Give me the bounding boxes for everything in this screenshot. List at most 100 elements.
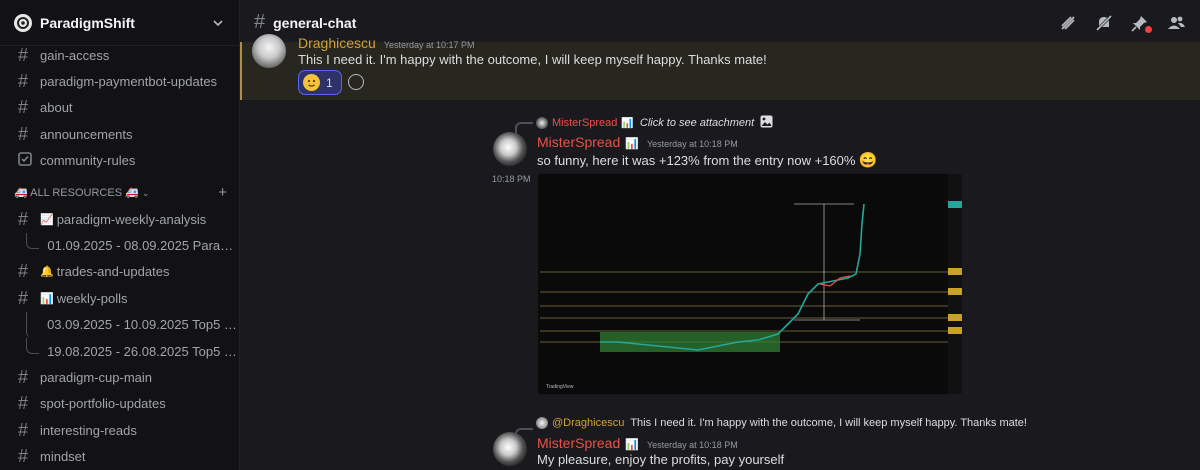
add-reaction-icon[interactable] bbox=[348, 74, 364, 90]
add-channel-icon[interactable]: + bbox=[218, 184, 227, 201]
avatar[interactable] bbox=[493, 132, 527, 166]
bell-icon: 🔔 bbox=[40, 266, 54, 279]
thread-connector bbox=[26, 311, 39, 338]
chevron-down-icon: ⌄ bbox=[141, 188, 150, 199]
server-name: ParadigmShift bbox=[40, 14, 135, 31]
chart-up-icon: 📈 bbox=[40, 213, 54, 226]
category-all-resources[interactable]: 🚑 ALL RESOURCES 🚑 ⌄ + bbox=[0, 180, 239, 206]
channel-label: trades-and-updates bbox=[56, 264, 170, 280]
thread-label: 01.09.2025 - 08.09.2025 Paradig... bbox=[47, 238, 239, 254]
reply-text: This I need it. I'm happy with the outco… bbox=[630, 417, 1027, 429]
hash-icon: # bbox=[18, 446, 29, 467]
channel-label: about bbox=[40, 100, 73, 116]
pin-icon[interactable] bbox=[1130, 13, 1152, 33]
channel-spot-portfolio-updates[interactable]: # spot-portfolio-updates bbox=[0, 391, 239, 417]
chart-footer: TradingView bbox=[546, 384, 574, 390]
reaction-pill[interactable]: 1 bbox=[298, 70, 342, 95]
username[interactable]: Draghicescu bbox=[298, 35, 376, 51]
timestamp: Yesterday at 10:18 PM bbox=[646, 139, 738, 149]
message-body: so funny, here it was +123% from the ent… bbox=[537, 151, 877, 169]
message-text: My pleasure, enjoy the profits, pay your… bbox=[537, 452, 785, 467]
username[interactable]: MisterSpread bbox=[537, 435, 620, 451]
username[interactable]: MisterSpread bbox=[537, 134, 620, 150]
reply-author[interactable]: @Draghicescu bbox=[552, 417, 624, 429]
message-header: MisterSpread 📊 Yesterday at 10:18 PM bbox=[537, 435, 738, 451]
reply-author[interactable]: MisterSpread bbox=[552, 117, 617, 129]
message-header: MisterSpread 📊 Yesterday at 10:18 PM bbox=[537, 134, 738, 150]
reaction-count: 1 bbox=[326, 75, 333, 90]
category-label-text: 🚑 ALL RESOURCES 🚑 bbox=[14, 187, 139, 200]
thread-connector bbox=[26, 232, 40, 249]
message-misterspread-2: @Draghicescu This I need it. I'm happy w… bbox=[240, 402, 1200, 470]
thread-weekly-analysis[interactable]: 01.09.2025 - 08.09.2025 Paradig... bbox=[0, 232, 239, 258]
channel-label: gain-access bbox=[40, 47, 110, 63]
channel-interesting-reads[interactable]: # interesting-reads bbox=[0, 417, 239, 443]
reply-preview[interactable]: @Draghicescu This I need it. I'm happy w… bbox=[536, 417, 1027, 429]
rules-icon bbox=[18, 150, 40, 171]
channel-mindset[interactable]: # mindset bbox=[0, 443, 239, 469]
channel-weekly-polls[interactable]: # 📊 weekly-polls bbox=[0, 285, 239, 311]
server-logo-icon bbox=[14, 13, 32, 32]
threads-icon[interactable] bbox=[1058, 13, 1078, 33]
channel-paradigm-weekly-analysis[interactable]: # 📈 paradigm-weekly-analysis bbox=[0, 206, 239, 232]
header-toolbar bbox=[1058, 13, 1186, 33]
channel-title: general-chat bbox=[273, 14, 357, 31]
reply-avatar bbox=[536, 417, 548, 429]
price-chart: TradingView bbox=[538, 174, 962, 394]
hash-icon: # bbox=[18, 97, 29, 118]
chat-main: # general-chat Draghicescu Yesterday at … bbox=[240, 0, 1200, 470]
avatar[interactable] bbox=[493, 432, 527, 466]
reply-text: Click to see attachment bbox=[639, 117, 755, 129]
avatar[interactable] bbox=[252, 34, 286, 68]
hash-icon: # bbox=[18, 419, 29, 440]
hash-icon: # bbox=[254, 11, 266, 33]
hash-icon: # bbox=[18, 261, 29, 282]
message-text: This I need it. I'm happy with the outco… bbox=[298, 52, 767, 67]
channel-label: spot-portfolio-updates bbox=[40, 396, 166, 412]
member-list-icon[interactable] bbox=[1166, 13, 1186, 33]
channel-paradigm-cup-main[interactable]: # paradigm-cup-main bbox=[0, 364, 239, 390]
channel-list: # gain-access # paradigm-paymentbot-upda… bbox=[0, 42, 239, 470]
reply-preview[interactable]: MisterSpread 📊 Click to see attachment bbox=[536, 115, 773, 131]
bar-chart-icon: 📊 bbox=[40, 292, 54, 305]
channel-community-rules[interactable]: community-rules bbox=[0, 148, 239, 174]
emoji-face-icon bbox=[303, 74, 320, 91]
reply-connector bbox=[515, 122, 533, 134]
message-text: so funny, here it was +123% from the ent… bbox=[537, 152, 856, 168]
hash-icon: # bbox=[18, 393, 29, 414]
channel-label: paradigm-weekly-analysis bbox=[56, 211, 207, 227]
thread-label: 03.09.2025 - 10.09.2025 Top5 We... bbox=[47, 317, 239, 333]
mute-bell-icon[interactable] bbox=[1094, 13, 1114, 33]
chevron-down-icon[interactable] bbox=[211, 16, 225, 30]
timestamp: Yesterday at 10:18 PM bbox=[646, 440, 738, 450]
reply-avatar bbox=[536, 117, 548, 129]
channel-trades-and-updates[interactable]: # 🔔 trades-and-updates bbox=[0, 259, 239, 285]
notification-dot bbox=[1145, 25, 1152, 33]
channel-label: weekly-polls bbox=[56, 290, 128, 306]
hash-icon: # bbox=[18, 44, 29, 65]
channel-sidebar: ParadigmShift # gain-access # paradigm-p… bbox=[0, 0, 240, 470]
hash-icon: # bbox=[18, 71, 29, 92]
image-icon bbox=[760, 115, 773, 131]
channel-announcements[interactable]: # announcements bbox=[0, 121, 239, 147]
channel-label: mindset bbox=[40, 449, 86, 465]
message-draghicescu: Draghicescu Yesterday at 10:17 PM This I… bbox=[240, 34, 1200, 100]
thread-polls-1[interactable]: 03.09.2025 - 10.09.2025 Top5 We... bbox=[0, 311, 239, 338]
chart-attachment-image[interactable]: TradingView bbox=[538, 174, 962, 394]
channel-about[interactable]: # about bbox=[0, 95, 239, 121]
message-header: Draghicescu Yesterday at 10:17 PM bbox=[298, 35, 475, 51]
channel-paradigm-paymentbot-updates[interactable]: # paradigm-paymentbot-updates bbox=[0, 68, 239, 94]
timestamp: Yesterday at 10:17 PM bbox=[383, 40, 475, 50]
channel-gain-access[interactable]: # gain-access bbox=[0, 42, 239, 68]
channel-label: paradigm-cup-main bbox=[40, 369, 152, 385]
channel-label: community-rules bbox=[40, 153, 136, 169]
user-badge: 📊 bbox=[625, 439, 639, 451]
grin-emoji: 😄 bbox=[858, 152, 878, 169]
thread-polls-2[interactable]: 19.08.2025 - 26.08.2025 Top5 We... bbox=[0, 338, 239, 364]
hash-icon: # bbox=[18, 123, 29, 144]
reply-badge: 📊 bbox=[621, 117, 634, 129]
channel-label: announcements bbox=[40, 126, 133, 142]
followup-timestamp: 10:18 PM bbox=[492, 174, 531, 184]
server-header[interactable]: ParadigmShift bbox=[0, 0, 239, 46]
hash-icon: # bbox=[18, 208, 29, 229]
